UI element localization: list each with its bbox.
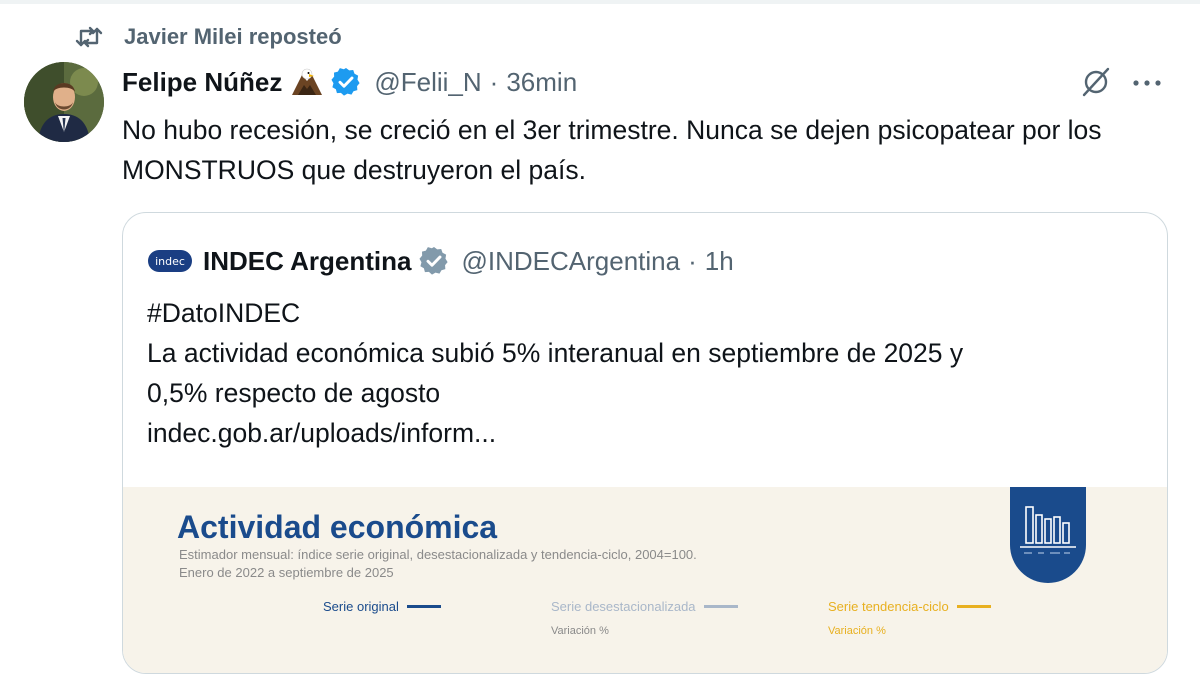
- grok-icon: [1079, 65, 1113, 104]
- legend-line: [703, 605, 738, 608]
- image-title: Actividad económica: [177, 509, 498, 545]
- author-name[interactable]: Felipe Núñez: [122, 67, 282, 98]
- legend-serie-desestacionalizada: Serie desestacionalizada: [551, 599, 738, 614]
- legend-label: Serie original: [323, 599, 399, 614]
- more-icon: [1131, 75, 1163, 93]
- variation-label: Variación %: [828, 625, 886, 637]
- quote-author-name: INDEC Argentina: [203, 245, 412, 276]
- tweet-header: Felipe Núñez @Felii_N · 36min: [122, 62, 577, 102]
- building-icon: [1020, 506, 1076, 554]
- legend-line: [956, 605, 991, 608]
- repost-icon: [74, 22, 104, 52]
- separator: ·: [489, 66, 499, 97]
- legend-serie-original: Serie original: [323, 599, 441, 614]
- quote-hashtag: #DatoINDEC: [147, 298, 301, 328]
- quote-line: 0,5% respecto de agosto: [147, 378, 441, 408]
- quote-media-image[interactable]: Actividad económica Estimador mensual: í…: [123, 487, 1167, 673]
- image-subtitle: Estimador mensual: índice serie original…: [179, 547, 697, 562]
- author-handle[interactable]: @Felii_N: [374, 67, 481, 98]
- more-options-button[interactable]: [1127, 64, 1167, 104]
- quote-timestamp: 1h: [704, 245, 734, 276]
- quote-link: indec.gob.ar/uploads/inform...: [147, 418, 497, 448]
- repost-label: Javier Milei reposteó: [124, 24, 342, 49]
- quote-author-handle: @INDECArgentina: [461, 245, 681, 276]
- legend-label: Serie desestacionalizada: [551, 599, 696, 614]
- indec-logo: indec: [148, 250, 192, 272]
- top-divider: [0, 0, 1200, 4]
- avatar[interactable]: [24, 62, 104, 142]
- quote-header: indec INDEC Argentina @INDECArgentina · …: [147, 238, 734, 284]
- quote-separator: ·: [688, 245, 697, 276]
- org-verified-badge-icon: [418, 245, 450, 277]
- image-date-range: Enero de 2022 a septiembre de 2025: [179, 565, 394, 580]
- timestamp[interactable]: 36min: [506, 67, 577, 98]
- variation-label: Variación %: [551, 625, 609, 637]
- repost-indicator[interactable]: Javier Milei reposteó: [74, 22, 342, 52]
- legend-serie-tendencia: Serie tendencia-ciclo: [828, 599, 991, 614]
- grok-button[interactable]: [1076, 64, 1116, 104]
- quote-text: #DatoINDEC La actividad económica subió …: [147, 293, 1147, 453]
- quote-avatar: indec: [147, 238, 193, 284]
- quoted-tweet[interactable]: indec INDEC Argentina @INDECArgentina · …: [122, 212, 1168, 674]
- verified-badge-icon[interactable]: [330, 66, 362, 98]
- legend-line: [406, 605, 441, 608]
- tweet-text: No hubo recesión, se creció en el 3er tr…: [122, 115, 1102, 185]
- quote-line: La actividad económica subió 5% interanu…: [147, 338, 964, 368]
- indec-badge: [1010, 487, 1086, 583]
- legend-label: Serie tendencia-ciclo: [828, 599, 949, 614]
- eagle-emoji-icon: [290, 65, 324, 99]
